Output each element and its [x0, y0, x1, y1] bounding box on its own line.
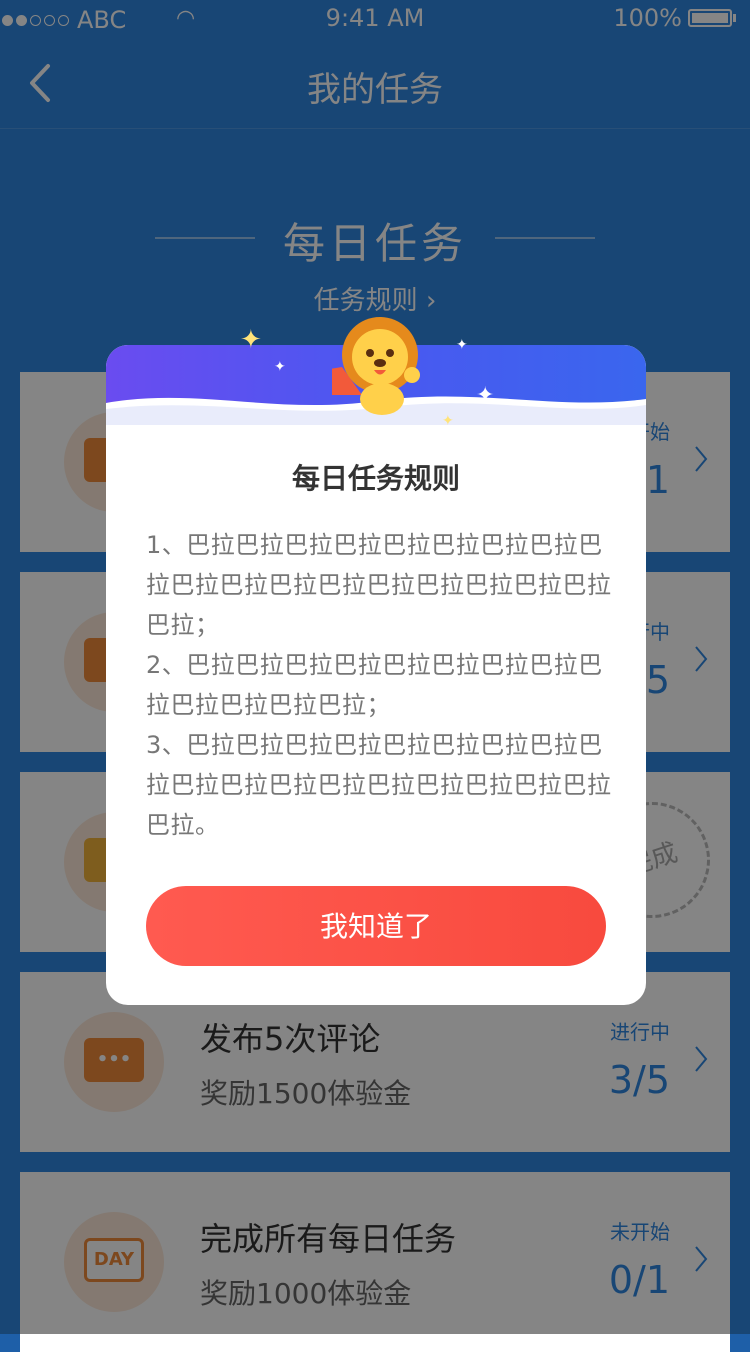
lion-mascot-icon — [332, 317, 420, 415]
rules-modal: ✦ ✦ ✦ ✦ ✦ 每日任务规则 1、巴拉巴拉巴拉巴拉巴拉巴拉巴拉巴拉巴拉巴拉巴… — [106, 317, 646, 1005]
sparkle-icon: ✦ — [442, 413, 454, 429]
rule-item: 2、巴拉巴拉巴拉巴拉巴拉巴拉巴拉巴拉巴拉巴拉巴拉巴拉巴拉； — [146, 651, 603, 719]
rule-item: 1、巴拉巴拉巴拉巴拉巴拉巴拉巴拉巴拉巴拉巴拉巴拉巴拉巴拉巴拉巴拉巴拉巴拉巴拉巴拉… — [146, 531, 612, 639]
modal-title: 每日任务规则 — [291, 462, 460, 495]
sparkle-icon: ✦ — [476, 383, 495, 408]
confirm-button[interactable]: 我知道了 — [146, 886, 606, 966]
rules-text: 1、巴拉巴拉巴拉巴拉巴拉巴拉巴拉巴拉巴拉巴拉巴拉巴拉巴拉巴拉巴拉巴拉巴拉巴拉巴拉… — [146, 525, 612, 845]
sparkle-icon: ✦ — [240, 325, 262, 355]
sparkle-icon: ✦ — [274, 359, 286, 375]
sparkle-icon: ✦ — [456, 337, 468, 353]
rule-item: 3、巴拉巴拉巴拉巴拉巴拉巴拉巴拉巴拉巴拉巴拉巴拉巴拉巴拉巴拉巴拉巴拉巴拉巴拉巴拉… — [146, 731, 612, 839]
